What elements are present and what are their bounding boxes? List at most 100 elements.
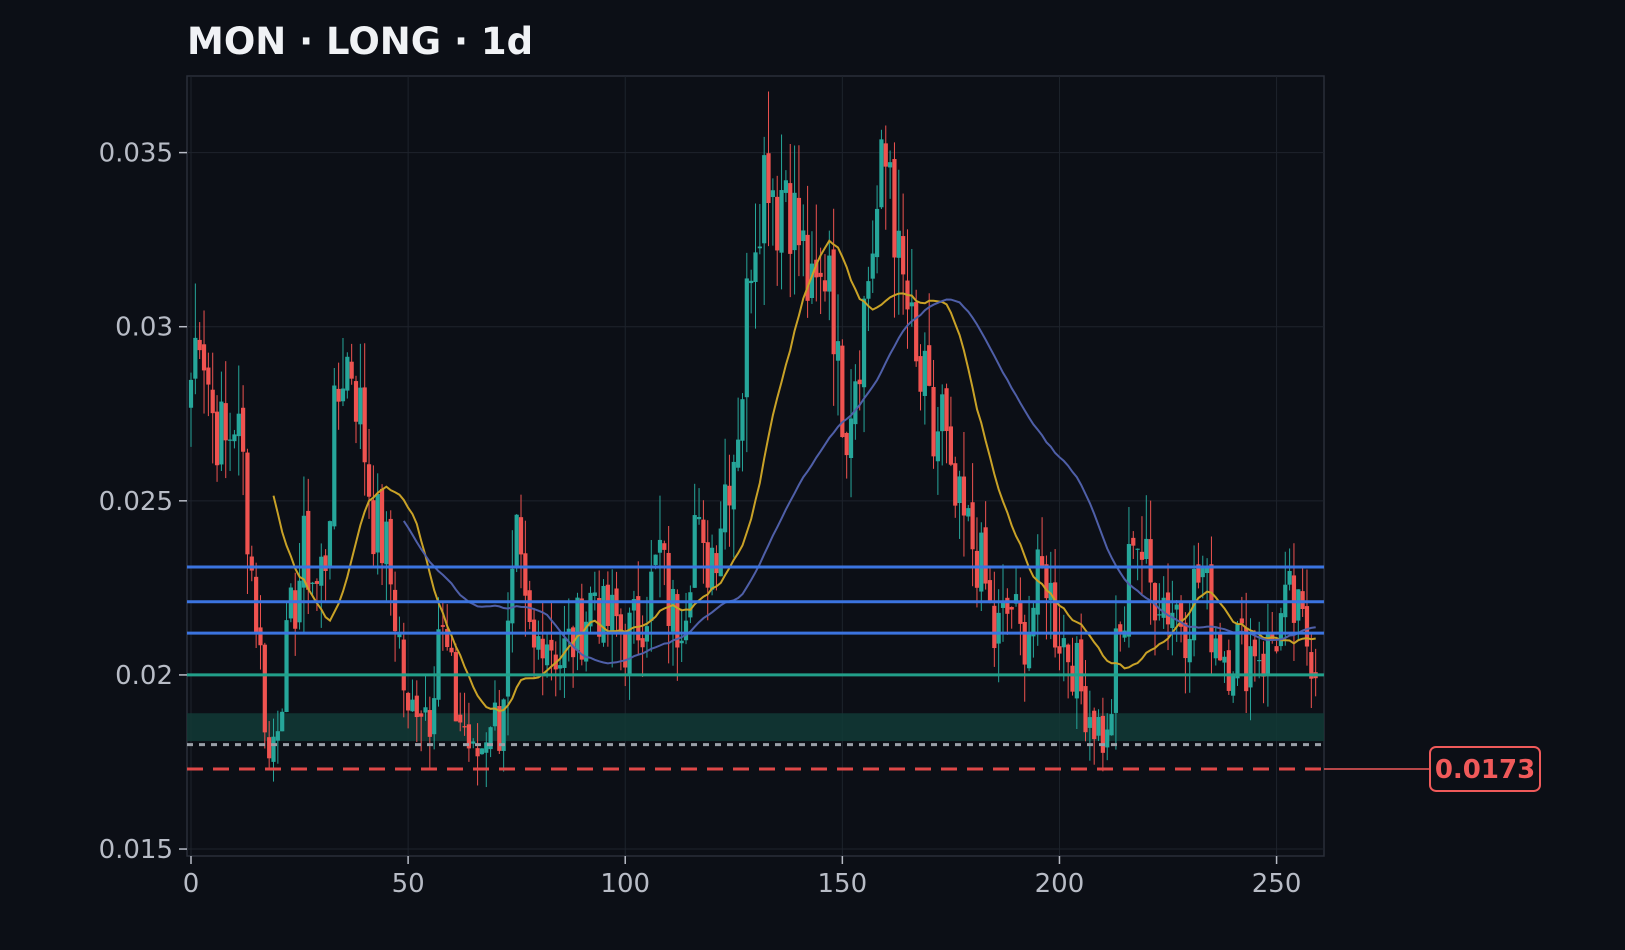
candle-body (775, 196, 780, 251)
y-tick-label: 0.025 (99, 487, 173, 517)
candle-body (575, 597, 580, 651)
candle-body (1057, 646, 1062, 654)
candle-body (188, 379, 194, 408)
candle-body (1022, 622, 1027, 665)
candle-body (388, 518, 393, 585)
candle-body (232, 434, 237, 442)
candle-body (605, 584, 610, 626)
candle-body (379, 488, 385, 564)
candle-body (649, 571, 654, 621)
support-zone-band (187, 713, 1324, 742)
candle-body (679, 640, 684, 644)
candle-body (423, 707, 428, 713)
candle-body (966, 508, 971, 517)
candle-body (1113, 628, 1119, 713)
candle-body (922, 350, 927, 396)
candle-body (1135, 548, 1140, 550)
candle-body (992, 605, 997, 649)
candle-body (848, 418, 854, 458)
candle-body (458, 714, 463, 723)
y-tick-label: 0.03 (115, 313, 173, 343)
candle-body (1009, 607, 1014, 610)
candle-body (727, 485, 732, 506)
candle-body (788, 183, 793, 254)
candle-body (961, 476, 967, 516)
candle-body (401, 639, 406, 691)
candle-body (1131, 537, 1136, 546)
candle-body (323, 555, 328, 571)
candle-body (375, 493, 380, 553)
candle-body (479, 748, 485, 755)
candle-body (662, 543, 667, 550)
candle-body (888, 162, 893, 168)
candle-body (241, 407, 246, 452)
candle-body (901, 236, 906, 275)
candle-body (223, 403, 228, 441)
candle-body (1287, 570, 1292, 585)
candle-body (206, 367, 211, 385)
candle-body (892, 159, 897, 258)
candle-body (627, 612, 632, 674)
candle-body (1226, 650, 1231, 691)
candle-body (1222, 656, 1227, 663)
candle-body (740, 399, 745, 441)
candle-body (406, 692, 411, 711)
chart-title: MON · LONG · 1d (187, 20, 533, 63)
candle-body (974, 550, 980, 588)
candle-body (210, 389, 215, 414)
candle-body (1300, 591, 1305, 610)
candle-body (327, 521, 333, 569)
candle-body (1244, 627, 1249, 692)
candle-body (410, 699, 415, 712)
candle-body (953, 463, 958, 506)
candle-body (1209, 564, 1214, 653)
candle-body (449, 647, 454, 653)
candle-body (861, 298, 867, 388)
y-tick-label: 0.015 (99, 835, 173, 865)
candle-body (597, 597, 602, 637)
candle-body (957, 476, 962, 503)
candle-body (267, 737, 272, 759)
candle-body (1087, 717, 1092, 728)
candle-body (1105, 729, 1110, 748)
candle-body (275, 731, 280, 741)
candle-body (1174, 604, 1179, 610)
candle-body (736, 439, 741, 468)
candle-body (987, 580, 993, 603)
candle-body (940, 394, 945, 432)
candle-body (1187, 638, 1192, 663)
candle-body (514, 514, 519, 566)
candle-body (1165, 592, 1171, 625)
candle-body (623, 633, 628, 668)
candle-body (1231, 675, 1236, 696)
candle-body (731, 461, 736, 510)
candle-body (1005, 597, 1010, 614)
candle-body (1061, 638, 1066, 648)
candle-body (1148, 539, 1153, 583)
candle-body (510, 568, 515, 624)
candle-body (227, 439, 233, 441)
candle-body (462, 726, 467, 728)
candle-body (779, 190, 784, 253)
candle-body (692, 515, 697, 588)
candle-body (384, 521, 389, 565)
candle-body (345, 356, 350, 391)
candle-body (827, 255, 832, 292)
candle-body (1218, 633, 1223, 661)
candle-body (1074, 642, 1079, 699)
candle-body (927, 345, 932, 386)
candle-body (753, 252, 758, 282)
candle-body (866, 281, 871, 299)
candlestick-chart: MON · LONG · 1d 0 50 100 150 200 250 0.015 0.02… (99, 20, 1541, 899)
candle-body (896, 230, 901, 258)
candle-body (349, 361, 354, 379)
candle-body (592, 592, 597, 596)
candle-body (414, 695, 419, 718)
candle-body (770, 190, 775, 198)
candle-body (1118, 624, 1123, 633)
candle-body (523, 553, 528, 596)
candle-body (783, 180, 788, 193)
candle-body (757, 246, 762, 249)
candle-body (970, 502, 975, 550)
candle-body (640, 638, 645, 648)
